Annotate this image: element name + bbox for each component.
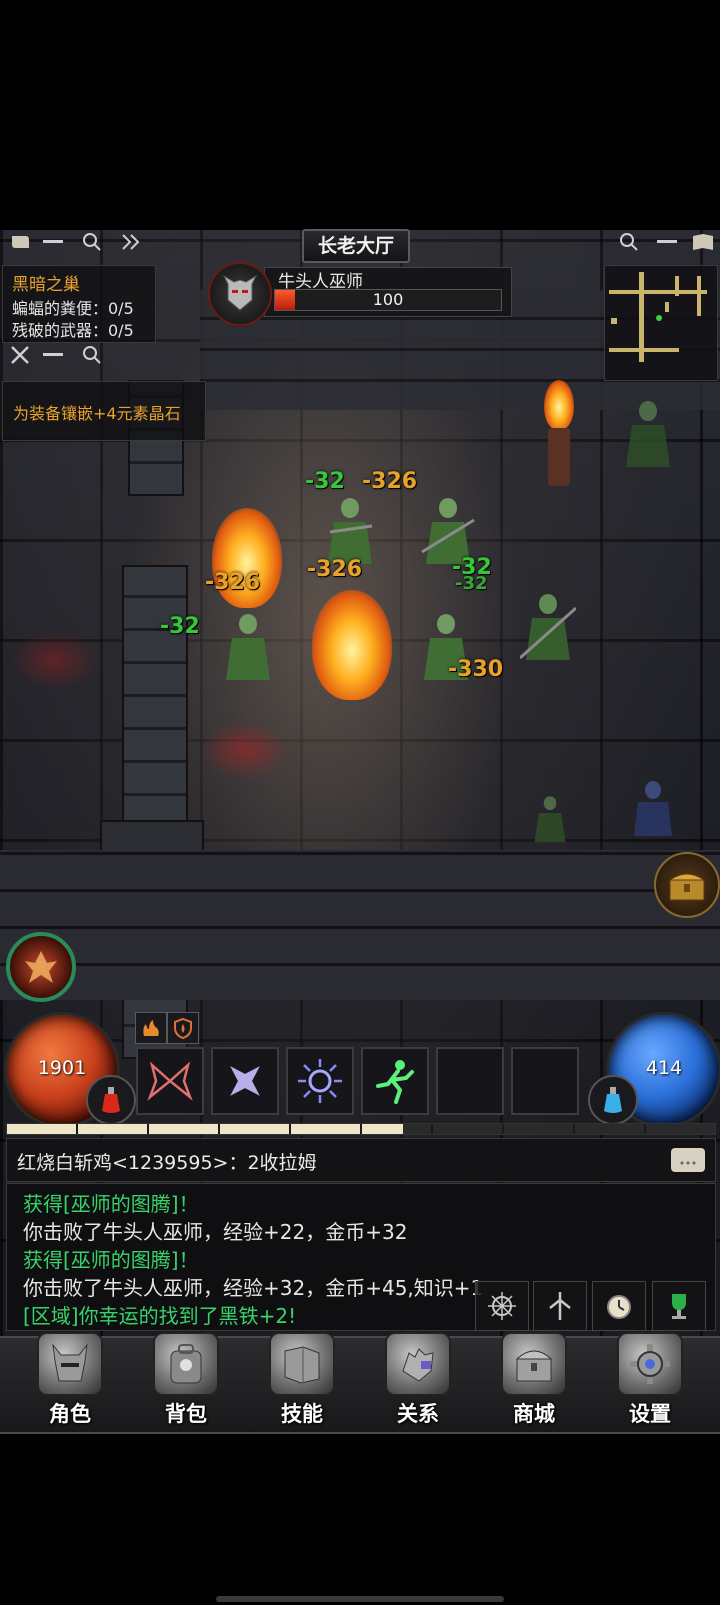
damage-number: -326 [205,570,261,595]
room-title-banner: 长老大厅 [302,229,410,263]
damage-number: -330 [448,657,504,682]
log-line: 你击败了牛头人巫师，经验+22，金币+32 [23,1220,408,1244]
crossed-axes-icon[interactable] [5,342,35,368]
tab-label: 技能 [281,1402,323,1426]
tab-relations[interactable]: 关系 [363,1332,473,1428]
double-chevron-right-icon[interactable] [116,229,146,255]
auto-battle-button[interactable] [6,932,76,1002]
chat-input-icon[interactable] [671,1148,705,1172]
gauntlet-icon [385,1332,451,1396]
quest-panel[interactable]: 黑暗之巢 蝙蝠的粪便：0/5 残破的武器：0/5 [2,265,156,343]
home-indicator[interactable] [216,1596,504,1602]
skill-slot-star[interactable] [211,1047,279,1115]
tab-skills[interactable]: 技能 [247,1332,357,1428]
target-portrait [208,262,272,326]
xp-segment [433,1124,502,1134]
skill-slot-empty[interactable] [436,1047,504,1115]
minimap[interactable] [604,265,718,381]
ogre-mage-enemy[interactable] [519,588,577,668]
search-icon[interactable] [77,342,107,368]
ogre-mage-enemy[interactable] [220,608,276,688]
tab-label: 关系 [397,1402,439,1426]
xp-segment [78,1124,147,1134]
minimize-icon[interactable] [38,229,68,255]
tab-label: 背包 [165,1402,207,1426]
blue-golem-enemy[interactable] [628,778,678,838]
target-frame[interactable]: 牛头人巫师 100 [208,262,512,326]
skill-slot-empty[interactable] [511,1047,579,1115]
map-book-icon[interactable] [688,229,718,255]
xp-segment [7,1124,76,1134]
red-rune [200,720,290,780]
damage-number: -326 [362,469,418,494]
xp-segment [504,1124,573,1134]
tab-label: 角色 [49,1402,91,1426]
target-hp-bar: 100 [274,289,502,311]
shield-buff-icon[interactable] [167,1012,199,1044]
tree-icon[interactable] [533,1281,587,1331]
xp-segment [362,1124,431,1134]
quest-objective: 蝙蝠的粪便：0/5 [12,299,134,318]
mp-potion-button[interactable] [588,1075,638,1125]
clock-icon[interactable] [592,1281,646,1331]
tab-label: 商城 [513,1402,555,1426]
helmet-icon [37,1332,103,1396]
gear-icon [617,1332,683,1396]
minimize-icon[interactable] [38,342,68,368]
search-icon[interactable] [77,229,107,255]
xp-segment [575,1124,644,1134]
hp-value: 1901 [37,1057,87,1079]
room-title: 长老大厅 [317,235,394,257]
xp-segment [646,1124,715,1134]
minimize-icon[interactable] [652,229,682,255]
search-icon[interactable] [614,229,644,255]
lower-wall [0,850,720,1000]
xp-segment [220,1124,289,1134]
chest-icon [501,1332,567,1396]
log-line: 获得[巫师的图腾]！ [23,1192,199,1216]
tab-settings[interactable]: 设置 [595,1332,705,1428]
log-line: [区域]你幸运的找到了黑铁+2! [23,1304,297,1328]
tab-character[interactable]: 角色 [15,1332,125,1428]
xp-segment [291,1124,360,1134]
fireball-effect [312,590,392,700]
damage-number: -32 [160,614,200,639]
tip-text: 为装备镶嵌+4元素晶石 [13,404,181,423]
skill-slot-sun[interactable] [286,1047,354,1115]
ogre-mage-enemy[interactable] [530,792,570,848]
ogre-mage-enemy[interactable] [620,395,676,475]
treasure-chest-button[interactable] [654,852,720,918]
log-line: 获得[巫师的图腾]！ [23,1248,199,1272]
skill-slot-butterfly[interactable] [136,1047,204,1115]
mp-value: 414 [645,1057,683,1079]
trophy-icon[interactable] [652,1281,706,1331]
brazier [540,380,578,490]
damage-number: -32 [455,573,488,594]
red-rune [10,630,100,690]
tab-label: 设置 [629,1402,671,1426]
log-line: 你击败了牛头人巫师，经验+32，金币+45,知识+1 [23,1276,484,1300]
skillbook-icon [269,1332,335,1396]
damage-number: -32 [305,469,345,494]
backpack-icon [153,1332,219,1396]
quest-title: 黑暗之巢 [12,275,80,295]
tab-shop[interactable]: 商城 [479,1332,589,1428]
skill-slot-sprint[interactable] [361,1047,429,1115]
tip-panel[interactable]: 为装备镶嵌+4元素晶石 [2,381,206,441]
damage-number: -326 [307,557,363,582]
scroll-icon[interactable] [5,229,35,255]
fire-buff-icon[interactable] [135,1012,167,1044]
xp-segment [149,1124,218,1134]
quest-objective: 残破的武器：0/5 [12,321,134,340]
chat-bar[interactable]: 红烧白斩鸡<1239595>：2收拉姆 [6,1138,716,1182]
hp-potion-button[interactable] [86,1075,136,1125]
target-hp-value: 100 [372,290,404,309]
tab-backpack[interactable]: 背包 [131,1332,241,1428]
compass-settings-icon[interactable] [475,1281,529,1331]
experience-bar [6,1123,716,1135]
chat-latest-message: 红烧白斩鸡<1239595>：2收拉姆 [17,1152,317,1174]
